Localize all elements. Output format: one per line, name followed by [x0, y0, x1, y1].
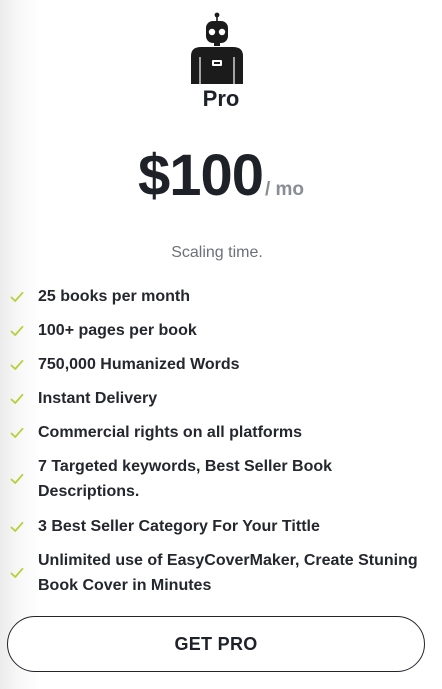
price-row: $100/ mo: [0, 142, 442, 209]
robot-icon: [191, 12, 243, 84]
plan-tagline: Scaling time.: [171, 244, 263, 261]
feature-item: 3 Best Seller Category For Your Tittle: [10, 514, 430, 539]
feature-text: 3 Best Seller Category For Your Tittle: [38, 518, 320, 535]
price-amount: $100: [137, 143, 264, 208]
feature-text: Unlimited use of EasyCoverMaker, Create …: [38, 552, 418, 594]
feature-text: Commercial rights on all platforms: [38, 424, 303, 441]
check-icon: [10, 521, 24, 532]
feature-text: 750,000 Humanized Words: [38, 356, 240, 373]
check-icon: [10, 359, 24, 370]
feature-item: Unlimited use of EasyCoverMaker, Create …: [10, 548, 430, 598]
feature-text: Instant Delivery: [38, 390, 158, 407]
price-period: / mo: [264, 179, 305, 200]
check-icon: [10, 325, 24, 336]
plan-name: Pro: [202, 86, 240, 111]
check-icon: [10, 291, 24, 302]
feature-item: Instant Delivery: [10, 386, 430, 411]
check-icon: [10, 393, 24, 404]
feature-text: 100+ pages per book: [38, 322, 197, 339]
get-pro-button[interactable]: GET PRO: [7, 616, 425, 672]
check-icon: [10, 473, 24, 484]
feature-item: 750,000 Humanized Words: [10, 352, 430, 377]
feature-item: 25 books per month: [10, 284, 430, 309]
feature-item: 100+ pages per book: [10, 318, 430, 343]
feature-item: 7 Targeted keywords, Best Seller Book De…: [10, 454, 430, 504]
feature-item: Commercial rights on all platforms: [10, 420, 430, 445]
check-icon: [10, 427, 24, 438]
feature-text: 25 books per month: [38, 288, 191, 305]
check-icon: [10, 567, 24, 578]
pricing-card: Pro $100/ mo Scaling time. 25 books per …: [0, 0, 442, 689]
feature-text: 7 Targeted keywords, Best Seller Book De…: [38, 458, 333, 500]
